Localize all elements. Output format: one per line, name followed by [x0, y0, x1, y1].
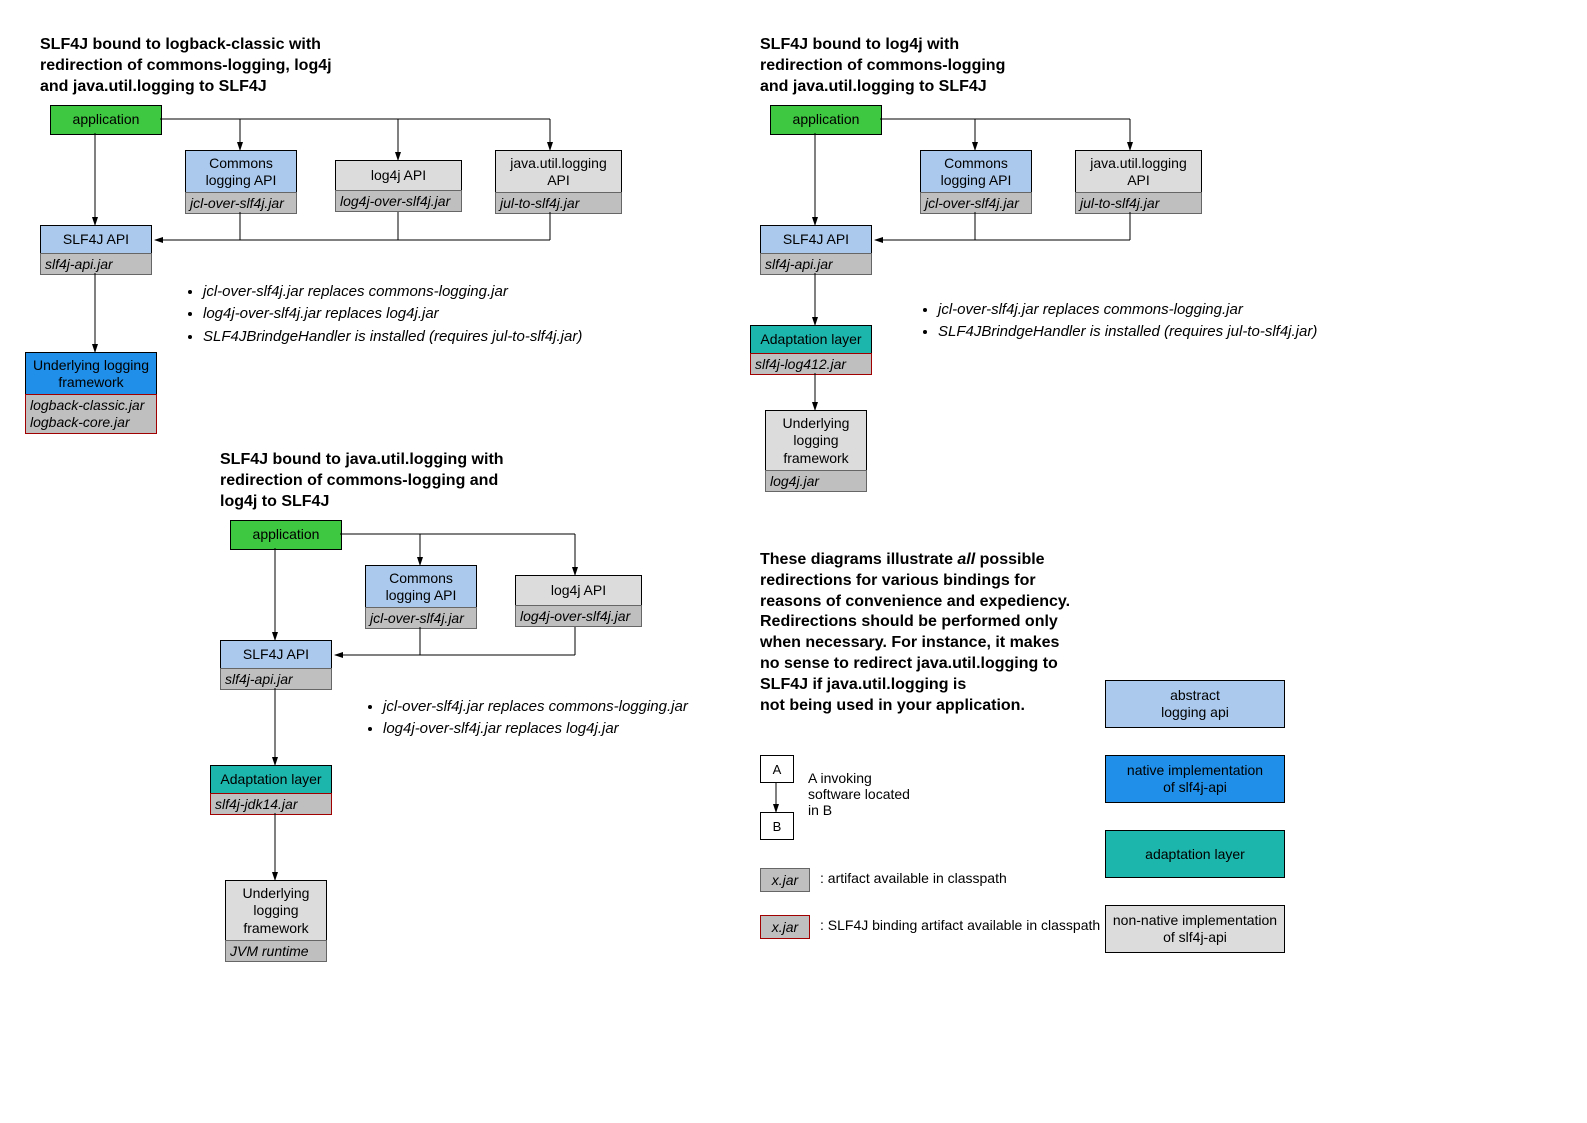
d3-jul: java.util.logging API — [1075, 150, 1202, 194]
legend-native: native implementation of slf4j-api — [1105, 755, 1285, 803]
key-jar2-text: : SLF4J binding artifact available in cl… — [820, 917, 1100, 933]
d1-fw-jar: logback-classic.jar logback-core.jar — [25, 394, 157, 434]
d3-fw: Underlying logging framework — [765, 410, 867, 472]
d1-log4j: log4j API — [335, 160, 462, 192]
explanation: These diagrams illustrate all possiblere… — [760, 550, 1070, 716]
d3-app: application — [770, 105, 882, 135]
key-b: B — [760, 812, 794, 840]
d2-app: application — [230, 520, 342, 550]
d3-adapt: Adaptation layer — [750, 325, 872, 355]
d1-commons-jar: jcl-over-slf4j.jar — [185, 192, 297, 214]
d3-api: SLF4J API — [760, 225, 872, 255]
d2-adapt-jar: slf4j-jdk14.jar — [210, 793, 332, 815]
legend-nonnative: non-native implementation of slf4j-api — [1105, 905, 1285, 953]
d1-title: SLF4J bound to logback-classic with redi… — [40, 35, 332, 97]
d3-api-jar: slf4j-api.jar — [760, 253, 872, 275]
legend-abstract: abstract logging api — [1105, 680, 1285, 728]
d1-log4j-jar: log4j-over-slf4j.jar — [335, 190, 462, 212]
d1-app: application — [50, 105, 162, 135]
d2-log4j: log4j API — [515, 575, 642, 607]
d2-commons-jar: jcl-over-slf4j.jar — [365, 607, 477, 629]
d2-log4j-jar: log4j-over-slf4j.jar — [515, 605, 642, 627]
d1-jul: java.util.logging API — [495, 150, 622, 194]
d1-notes: jcl-over-slf4j.jar replaces commons-logg… — [185, 280, 582, 349]
key-jar1-text: : artifact available in classpath — [820, 870, 1007, 886]
d1-api: SLF4J API — [40, 225, 152, 255]
d2-fw: Underlying logging framework — [225, 880, 327, 942]
d2-title: SLF4J bound to java.util.logging with re… — [220, 450, 504, 512]
d1-api-jar: slf4j-api.jar — [40, 253, 152, 275]
d1-fw: Underlying logging framework — [25, 352, 157, 396]
d3-commons-jar: jcl-over-slf4j.jar — [920, 192, 1032, 214]
d2-adapt: Adaptation layer — [210, 765, 332, 795]
legend-adapt: adaptation layer — [1105, 830, 1285, 878]
d2-api-jar: slf4j-api.jar — [220, 668, 332, 690]
d3-commons: Commons logging API — [920, 150, 1032, 194]
d3-notes: jcl-over-slf4j.jar replaces commons-logg… — [920, 298, 1317, 345]
d3-adapt-jar: slf4j-log412.jar — [750, 353, 872, 375]
d1-jul-jar: jul-to-slf4j.jar — [495, 192, 622, 214]
d3-fw-jar: log4j.jar — [765, 470, 867, 492]
key-ab-text: A invoking software located in B — [808, 770, 910, 818]
d3-title: SLF4J bound to log4j with redirection of… — [760, 35, 1005, 97]
key-a: A — [760, 755, 794, 783]
d1-commons: Commons logging API — [185, 150, 297, 194]
d2-commons: Commons logging API — [365, 565, 477, 609]
d2-fw-jar: JVM runtime — [225, 940, 327, 962]
d2-api: SLF4J API — [220, 640, 332, 670]
key-jar2: x.jar — [760, 915, 810, 939]
d3-jul-jar: jul-to-slf4j.jar — [1075, 192, 1202, 214]
key-jar1: x.jar — [760, 868, 810, 892]
d2-notes: jcl-over-slf4j.jar replaces commons-logg… — [365, 695, 688, 742]
